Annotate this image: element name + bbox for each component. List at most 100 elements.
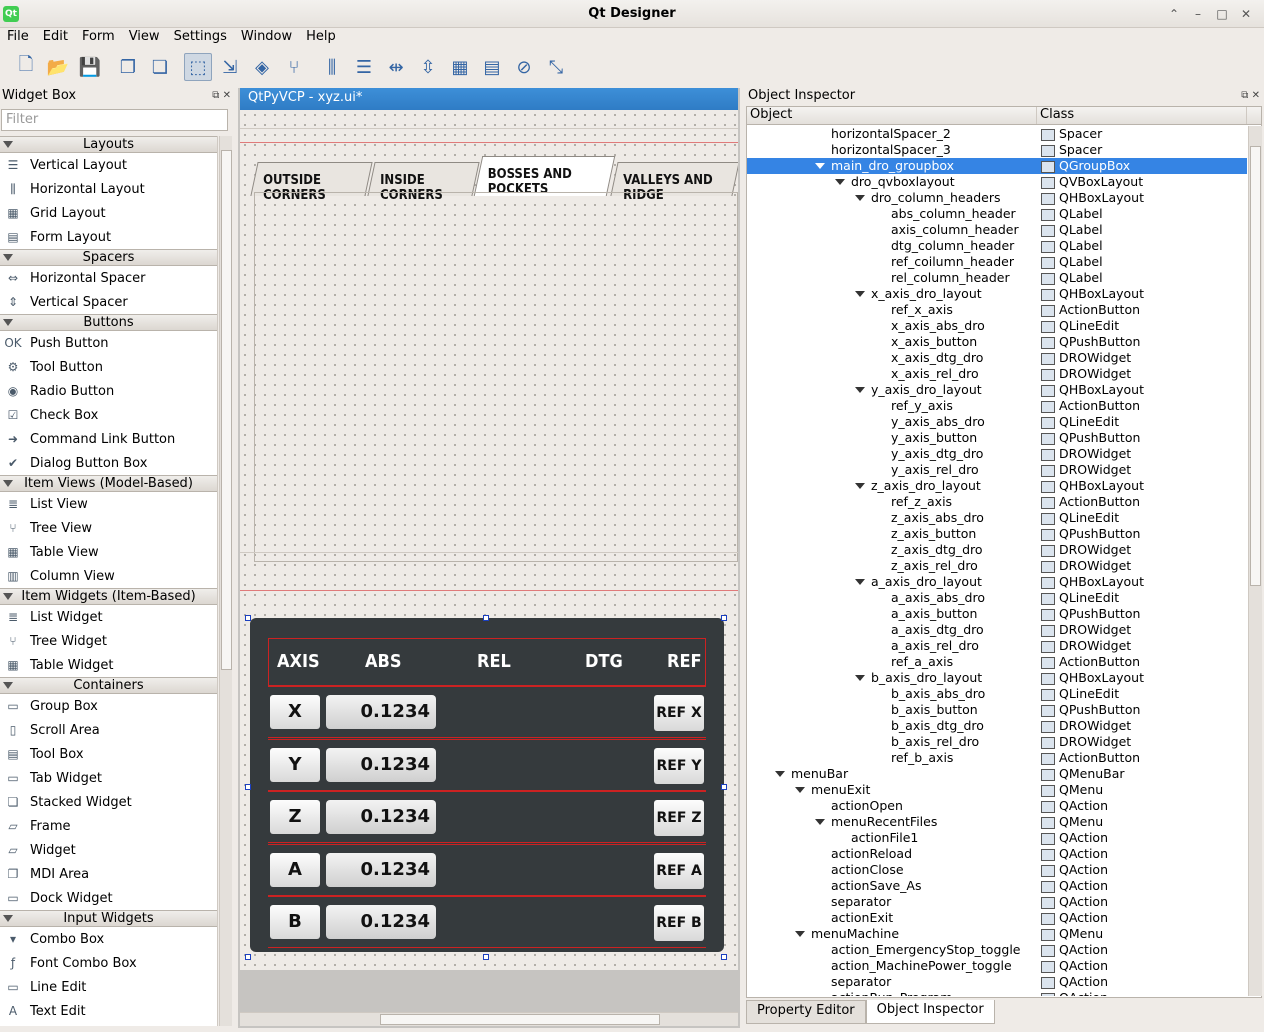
expand-arrow-icon[interactable] [855, 387, 865, 393]
collapse-arrow-icon[interactable] [3, 254, 13, 261]
adjust-size-icon[interactable]: ⤡ [542, 53, 570, 81]
ref-y-axis-button[interactable]: REF Y [654, 747, 704, 784]
widget-item-tree-widget[interactable]: ⑂ Tree Widget [0, 629, 217, 653]
object-tree-row[interactable]: z_axis_dro_layout QHBoxLayout [747, 478, 1247, 494]
a-axis-abs-dro[interactable]: 0.1234 [326, 852, 436, 887]
object-tree-row[interactable]: action_MachinePower_toggle QAction [747, 958, 1247, 974]
category-containers[interactable]: Containers [0, 677, 217, 694]
object-tree-row[interactable]: ref_a_axis ActionButton [747, 654, 1247, 670]
widget-item-horizontal-spacer[interactable]: ⇔ Horizontal Spacer [0, 266, 217, 290]
close-icon[interactable]: ✕ [1252, 90, 1260, 101]
selection-handle[interactable] [245, 615, 251, 621]
widget-item-line-edit[interactable]: ▭ Line Edit [0, 975, 217, 999]
collapse-arrow-icon[interactable] [3, 480, 13, 487]
selection-handle[interactable] [721, 784, 727, 790]
menu-window[interactable]: Window [234, 28, 299, 48]
object-tree-row[interactable]: action_EmergencyStop_toggle QAction [747, 942, 1247, 958]
class-column-header[interactable]: Class [1037, 107, 1247, 124]
tab-bosses-and-pockets[interactable]: BOSSES AND POCKETS [474, 156, 616, 197]
widget-item-text-edit[interactable]: A Text Edit [0, 999, 217, 1023]
ref-z-axis-button[interactable]: REF Z [654, 800, 704, 836]
object-tree-row[interactable]: z_axis_abs_dro QLineEdit [747, 510, 1247, 526]
send-to-back-icon[interactable]: ❐ [114, 53, 142, 81]
object-tree-row[interactable]: x_axis_dro_layout QHBoxLayout [747, 286, 1247, 302]
menu-file[interactable]: File [0, 28, 36, 48]
save-file-icon[interactable]: 💾 [76, 53, 104, 81]
object-tree-row[interactable]: ref_z_axis ActionButton [747, 494, 1247, 510]
x-axis-button[interactable]: X [270, 695, 320, 729]
object-tree-row[interactable]: a_axis_abs_dro QLineEdit [747, 590, 1247, 606]
collapse-arrow-icon[interactable] [3, 141, 13, 148]
widget-item-dock-widget[interactable]: ▭ Dock Widget [0, 886, 217, 910]
menu-settings[interactable]: Settings [167, 28, 234, 48]
break-layout-icon[interactable]: ⊘ [510, 53, 538, 81]
object-tree-row[interactable]: ref_coilumn_header QLabel [747, 254, 1247, 270]
object-tree-row[interactable]: ref_x_axis ActionButton [747, 302, 1247, 318]
expand-arrow-icon[interactable] [855, 483, 865, 489]
widget-item-vertical-spacer[interactable]: ⇕ Vertical Spacer [0, 290, 217, 314]
maximize-icon[interactable]: □ [1212, 5, 1232, 23]
y-axis-button[interactable]: Y [270, 747, 320, 782]
widget-item-column-view[interactable]: ▥ Column View [0, 564, 217, 588]
selection-handle[interactable] [245, 954, 251, 960]
widget-item-font-combo-box[interactable]: ƒ Font Combo Box [0, 951, 217, 975]
main-dro-groupbox[interactable]: AXIS ABS REL DTG REF X 0.1234 REF X Y 0.1234… [250, 618, 724, 952]
object-tree-row[interactable]: menuExit QMenu [747, 782, 1247, 798]
object-tree-row[interactable]: dro_column_headers QHBoxLayout [747, 190, 1247, 206]
category-input-widgets[interactable]: Input Widgets [0, 910, 217, 927]
float-icon[interactable]: ⧉ [1241, 90, 1248, 101]
object-tree-row[interactable]: x_axis_button QPushButton [747, 334, 1247, 350]
object-tree-row[interactable]: b_axis_abs_dro QLineEdit [747, 686, 1247, 702]
category-item-widgets-item-based[interactable]: Item Widgets (Item-Based) [0, 588, 217, 605]
object-tree-row[interactable]: a_axis_dtg_dro DROWidget [747, 622, 1247, 638]
object-tree-row[interactable]: x_axis_abs_dro QLineEdit [747, 318, 1247, 334]
expand-arrow-icon[interactable] [835, 179, 845, 185]
widget-box-scrollbar[interactable] [219, 136, 232, 1026]
menu-view[interactable]: View [122, 28, 167, 48]
object-tree-row[interactable]: b_axis_dro_layout QHBoxLayout [747, 670, 1247, 686]
collapse-arrow-icon[interactable] [3, 593, 13, 600]
widget-item-list-widget[interactable]: ≣ List Widget [0, 605, 217, 629]
lay-out-vertically-icon[interactable]: ☰ [350, 53, 378, 81]
lay-out-vertical-splitter-icon[interactable]: ⇳ [414, 53, 442, 81]
menu-edit[interactable]: Edit [36, 28, 75, 48]
tab-page[interactable] [254, 192, 738, 562]
widget-item-mdi-area[interactable]: ❐ MDI Area [0, 862, 217, 886]
b-axis-button[interactable]: B [270, 905, 320, 939]
edit-widgets-icon[interactable]: ⬚ [184, 53, 212, 81]
widget-item-table-widget[interactable]: ▦ Table Widget [0, 653, 217, 677]
tab-property-editor[interactable]: Property Editor [746, 1000, 866, 1024]
object-tree-row[interactable]: a_axis_button QPushButton [747, 606, 1247, 622]
expand-arrow-icon[interactable] [775, 771, 785, 777]
expand-arrow-icon[interactable] [855, 579, 865, 585]
object-tree-row[interactable]: axis_column_header QLabel [747, 222, 1247, 238]
ref-a-axis-button[interactable]: REF A [654, 852, 704, 889]
object-tree-row[interactable]: separator QAction [747, 894, 1247, 910]
widget-item-stacked-widget[interactable]: ❏ Stacked Widget [0, 790, 217, 814]
selection-handle[interactable] [721, 615, 727, 621]
object-tree-row[interactable]: dro_qvboxlayout QVBoxLayout [747, 174, 1247, 190]
object-tree-row[interactable]: y_axis_rel_dro DROWidget [747, 462, 1247, 478]
object-tree-row[interactable]: a_axis_dro_layout QHBoxLayout [747, 574, 1247, 590]
menu-help[interactable]: Help [299, 28, 343, 48]
form-canvas[interactable]: OUTSIDE CORNERS INSIDE CORNERS BOSSES AND … [240, 110, 738, 970]
expand-arrow-icon[interactable] [815, 819, 825, 825]
edit-tab-order-icon[interactable]: ⑂ [280, 53, 308, 81]
widget-item-group-box[interactable]: ▭ Group Box [0, 694, 217, 718]
widget-item-tool-box[interactable]: ▤ Tool Box [0, 742, 217, 766]
object-tree-row[interactable]: actionReload QAction [747, 846, 1247, 862]
lay-out-horizontal-splitter-icon[interactable]: ⇹ [382, 53, 410, 81]
lay-out-horizontally-icon[interactable]: ⫼ [318, 53, 346, 81]
widget-item-frame[interactable]: ▱ Frame [0, 814, 217, 838]
widget-item-check-box[interactable]: ☑ Check Box [0, 403, 217, 427]
object-tree-row[interactable]: b_axis_button QPushButton [747, 702, 1247, 718]
category-buttons[interactable]: Buttons [0, 314, 217, 331]
object-tree-row[interactable]: separator QAction [747, 974, 1247, 990]
new-file-icon[interactable]: 🗋 [12, 53, 40, 81]
object-tree-row[interactable]: actionOpen QAction [747, 798, 1247, 814]
lay-out-grid-icon[interactable]: ▦ [446, 53, 474, 81]
widget-item-horizontal-layout[interactable]: ⫼ Horizontal Layout [0, 177, 217, 201]
category-item-views-model-based[interactable]: Item Views (Model-Based) [0, 475, 217, 492]
widget-item-radio-button[interactable]: ◉ Radio Button [0, 379, 217, 403]
form-horizontal-scrollbar[interactable] [240, 1012, 738, 1026]
